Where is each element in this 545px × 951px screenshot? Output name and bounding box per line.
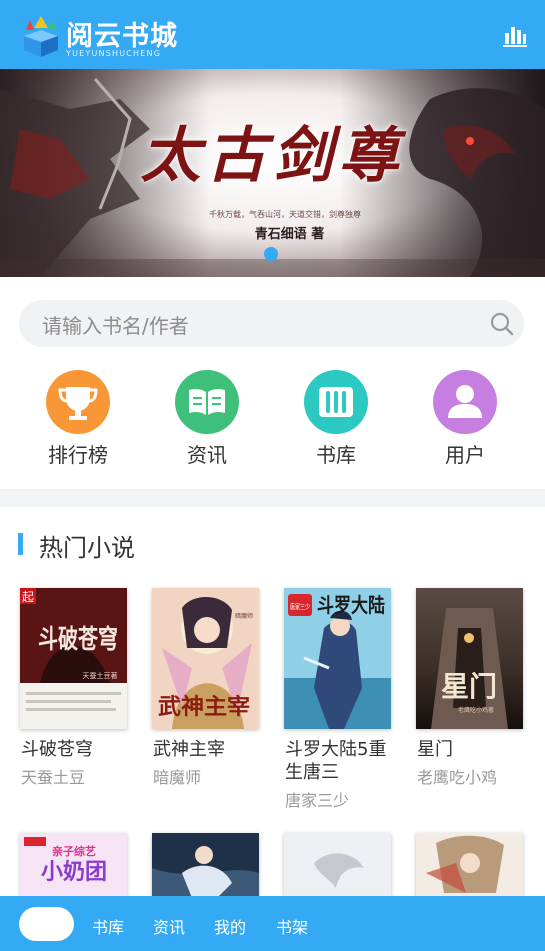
app-header: 阅云书城 YUEYUNSHUCHENG [0, 0, 545, 69]
bottom-nav-bookshelf[interactable]: 书架 [276, 914, 308, 938]
book-author: 唐家三少 [285, 791, 350, 810]
cover-author: 老鹰吃小鸡著 [458, 706, 494, 714]
book-author: 老鹰吃小鸡 [417, 768, 498, 787]
book-cover[interactable]: 起 斗破苍穹 天蚕土豆著 [20, 588, 127, 729]
logo-title: 阅云书城 [66, 21, 178, 52]
nav-label: 用户 [445, 443, 485, 467]
book-cover[interactable]: 武神主宰 暗魔师 [152, 588, 259, 729]
cover-tag: 亲子综艺 [52, 844, 96, 858]
home-button[interactable] [19, 907, 74, 941]
logo-cube-icon [24, 16, 58, 57]
app-logo[interactable]: 阅云书城 YUEYUNSHUCHENG [22, 12, 182, 60]
bookshelf-icon [319, 387, 353, 417]
nav-circle [46, 370, 110, 434]
cover-art: 唐家三少 斗罗大陆 [284, 588, 391, 729]
cover-title: 武神主宰 [158, 694, 250, 720]
cover-art: 星门 老鹰吃小鸡著 [416, 588, 523, 729]
section-title: 热门小说 [39, 534, 135, 562]
book-title[interactable]: 斗破苍穹 [21, 738, 133, 761]
search-input[interactable]: 请输入书名/作者 [42, 310, 189, 339]
quick-nav: 排行榜 资讯 书库 用户 [0, 368, 545, 468]
banner-tagline: 千秋万载，气吞山河，天道交错，剑尊独尊 [209, 210, 361, 219]
trophy-icon [58, 387, 98, 420]
cover-title: 斗破苍穹 [38, 624, 118, 655]
book-author: 暗魔师 [153, 768, 202, 787]
bar-chart-icon[interactable] [503, 24, 527, 48]
user-icon [448, 385, 482, 418]
cover-title: 小奶团 [41, 859, 107, 885]
nav-circle [175, 370, 239, 434]
open-book-icon [189, 388, 225, 415]
cover-art: 武神主宰 暗魔师 [152, 588, 259, 729]
cover-title: 斗罗大陆 [317, 593, 385, 617]
book-author: 天蚕土豆 [21, 768, 86, 787]
nav-label: 书库 [316, 443, 356, 467]
search-bar[interactable]: 请输入书名/作者 [19, 300, 524, 347]
book-cover[interactable]: 唐家三少 斗罗大陆 [284, 588, 391, 729]
book-title[interactable]: 斗罗大陆5重生唐三 [285, 738, 397, 784]
nav-circle [433, 370, 497, 434]
banner-title: 太古剑尊 [140, 121, 405, 191]
section-divider [0, 489, 545, 507]
nav-library[interactable]: 书库 [281, 368, 391, 468]
nav-circle [304, 370, 368, 434]
cover-tag: 唐家三少 [290, 602, 310, 611]
cover-publisher: 起 [22, 590, 34, 604]
cover-art: 起 斗破苍穹 天蚕土豆著 [20, 588, 127, 729]
cover-author: 天蚕土豆著 [83, 671, 118, 680]
logo-subtitle: YUEYUNSHUCHENG [66, 49, 162, 58]
section-accent-bar [18, 533, 23, 555]
book-title[interactable]: 武神主宰 [153, 738, 265, 761]
bottom-nav-news[interactable]: 资讯 [153, 914, 185, 938]
cover-title: 星门 [441, 670, 497, 703]
cover-author: 暗魔师 [235, 612, 253, 620]
banner-author: 青石细语 著 [254, 227, 325, 242]
promo-banner[interactable]: 太古剑尊 千秋万载，气吞山河，天道交错，剑尊独尊 青石细语 著 [0, 69, 545, 277]
search-icon[interactable] [490, 312, 514, 336]
book-title[interactable]: 星门 [417, 738, 529, 761]
nav-label: 排行榜 [48, 443, 108, 467]
carousel-indicator-dot[interactable] [264, 247, 278, 261]
bottom-nav-library[interactable]: 书库 [92, 914, 124, 938]
nav-ranking[interactable]: 排行榜 [23, 368, 133, 468]
nav-user[interactable]: 用户 [410, 368, 520, 468]
nav-label: 资讯 [187, 443, 227, 467]
bottom-nav: 书库 资讯 我的 书架 [0, 896, 545, 951]
bottom-nav-mine[interactable]: 我的 [214, 914, 246, 938]
nav-news[interactable]: 资讯 [152, 368, 262, 468]
book-cover[interactable]: 星门 老鹰吃小鸡著 [416, 588, 523, 729]
